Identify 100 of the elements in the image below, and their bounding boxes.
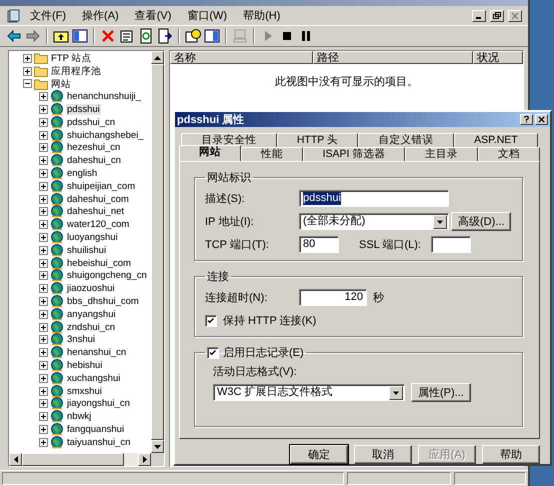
tree-item[interactable]: henanshui_cn (66, 347, 128, 358)
close-icon[interactable] (535, 114, 548, 125)
refresh-icon[interactable] (138, 28, 154, 44)
dialog-button[interactable]: 确定 (290, 445, 348, 464)
tree-item[interactable]: water120_com (66, 219, 130, 230)
expand-icon[interactable] (39, 310, 48, 319)
expand-icon[interactable] (39, 92, 48, 102)
tab[interactable]: 主目录 (405, 147, 478, 161)
ip-address-select[interactable]: (全部未分配) (299, 213, 449, 230)
expand-icon[interactable] (39, 271, 48, 280)
tree-item[interactable]: shuichangshebei_ (66, 130, 145, 141)
expand-icon[interactable] (39, 207, 48, 216)
scroll-up-button[interactable] (151, 51, 164, 64)
tree-item[interactable]: taiyuanshui_cn (66, 436, 132, 448)
tree-item[interactable]: 3nshui (66, 334, 96, 346)
tree-item[interactable]: fangquanshui (66, 424, 126, 435)
help-icon[interactable] (520, 114, 533, 125)
tab[interactable]: 性能 (240, 147, 303, 161)
expand-icon[interactable] (39, 169, 48, 178)
tree-item[interactable]: nbwkj (66, 411, 92, 422)
menu-item[interactable]: 帮助(H) (237, 7, 286, 24)
expand-icon[interactable] (23, 54, 32, 63)
tab[interactable]: ASP.NET (454, 133, 538, 147)
scroll-down-button[interactable] (151, 440, 164, 453)
expand-icon[interactable] (39, 374, 48, 383)
dialog-button[interactable]: 取消 (354, 445, 412, 464)
column-header[interactable]: 名称 (170, 51, 313, 64)
menu-item[interactable]: 操作(A) (76, 7, 125, 24)
expand-icon[interactable] (39, 399, 48, 408)
checkbox[interactable] (205, 314, 217, 326)
tab[interactable]: 目录安全性 (181, 133, 277, 147)
expand-icon[interactable] (39, 348, 48, 358)
tree-item[interactable]: FTP 站点 (50, 52, 92, 65)
scroll-right-button[interactable] (138, 453, 151, 466)
forward-arrow-icon[interactable] (25, 28, 41, 44)
checkbox[interactable] (207, 346, 219, 358)
ssl-port-field[interactable] (430, 236, 471, 253)
scroll-thumb[interactable] (22, 453, 124, 466)
export-icon[interactable] (157, 28, 173, 44)
tree-item[interactable]: shuipeijian_com (66, 180, 136, 192)
expand-icon[interactable] (39, 322, 48, 332)
back-arrow-icon[interactable] (6, 28, 22, 44)
tree-item[interactable]: 网站 (50, 78, 72, 90)
tree-item[interactable]: pdsshui (66, 104, 101, 116)
tree-item[interactable]: hebeishui_com (66, 258, 132, 269)
tree-item[interactable]: luoyangshui (66, 232, 119, 244)
close-icon[interactable] (508, 10, 522, 22)
tree-item[interactable]: hezeshui_cn (66, 142, 122, 154)
collapse-icon[interactable] (23, 79, 32, 88)
tree-item[interactable]: daheshui_net (66, 206, 126, 218)
menu-item[interactable]: 文件(F) (24, 7, 72, 24)
tree-item[interactable]: henanchunshuiji_ (66, 91, 142, 102)
log-format-select[interactable]: W3C 扩展日志文件格式 (213, 384, 405, 401)
tree-item[interactable]: 应用程序池 (50, 64, 102, 78)
expand-icon[interactable] (39, 143, 48, 152)
timeout-field[interactable]: 120 (299, 289, 367, 306)
tree-item[interactable]: daheshui_com (66, 194, 130, 205)
tree-item[interactable]: xuchangshui (66, 372, 122, 384)
expand-icon[interactable] (39, 156, 48, 166)
tab[interactable]: 文档 (478, 147, 540, 161)
expand-icon[interactable] (23, 66, 32, 76)
expand-icon[interactable] (39, 182, 48, 191)
menu-item[interactable]: 查看(V) (128, 7, 178, 24)
dialog-button[interactable]: 帮助 (482, 445, 540, 464)
expand-icon[interactable] (39, 284, 48, 294)
expand-icon[interactable] (39, 361, 48, 370)
expand-icon[interactable] (39, 438, 48, 447)
expand-icon[interactable] (39, 335, 48, 344)
expand-icon[interactable] (39, 130, 48, 140)
description-field[interactable]: pdsshui (299, 190, 449, 207)
minimize-icon[interactable] (472, 10, 486, 22)
expand-icon[interactable] (39, 233, 48, 242)
expand-icon[interactable] (39, 412, 48, 422)
expand-icon[interactable] (39, 118, 48, 127)
restore-icon[interactable] (490, 10, 504, 22)
tab[interactable]: 网站 (179, 145, 241, 161)
help-icon[interactable] (185, 28, 201, 44)
column-header[interactable]: 状况 (473, 51, 523, 64)
menu-item[interactable]: 窗口(W) (181, 7, 234, 24)
panel-icon[interactable] (204, 28, 220, 44)
tree-item[interactable]: pdsshui_cn (66, 116, 116, 128)
tree-item[interactable]: shuilishui (66, 244, 108, 256)
expand-icon[interactable] (39, 258, 48, 268)
expand-icon[interactable] (39, 105, 48, 114)
tree-item[interactable]: jiayongshui_cn (66, 398, 131, 410)
tab[interactable]: 自定义错误 (358, 133, 454, 147)
tree-item[interactable]: hebishui (66, 360, 104, 372)
tree-item[interactable]: jiaozuoshui (66, 283, 116, 294)
expand-icon[interactable] (39, 297, 48, 306)
expand-icon[interactable] (39, 425, 48, 434)
tree-item[interactable]: zndshui_cn (66, 322, 116, 333)
tree-item[interactable]: english (66, 168, 98, 180)
tree-item[interactable]: anyangshui (66, 308, 117, 320)
expand-icon[interactable] (39, 194, 48, 204)
expand-icon[interactable] (39, 386, 48, 396)
properties-icon[interactable] (119, 28, 135, 44)
tcp-port-field[interactable]: 80 (299, 236, 339, 253)
expand-icon[interactable] (39, 220, 48, 230)
column-header[interactable]: 路径 (313, 51, 473, 64)
tree-item[interactable]: bbs_dhshui_com (66, 296, 140, 308)
